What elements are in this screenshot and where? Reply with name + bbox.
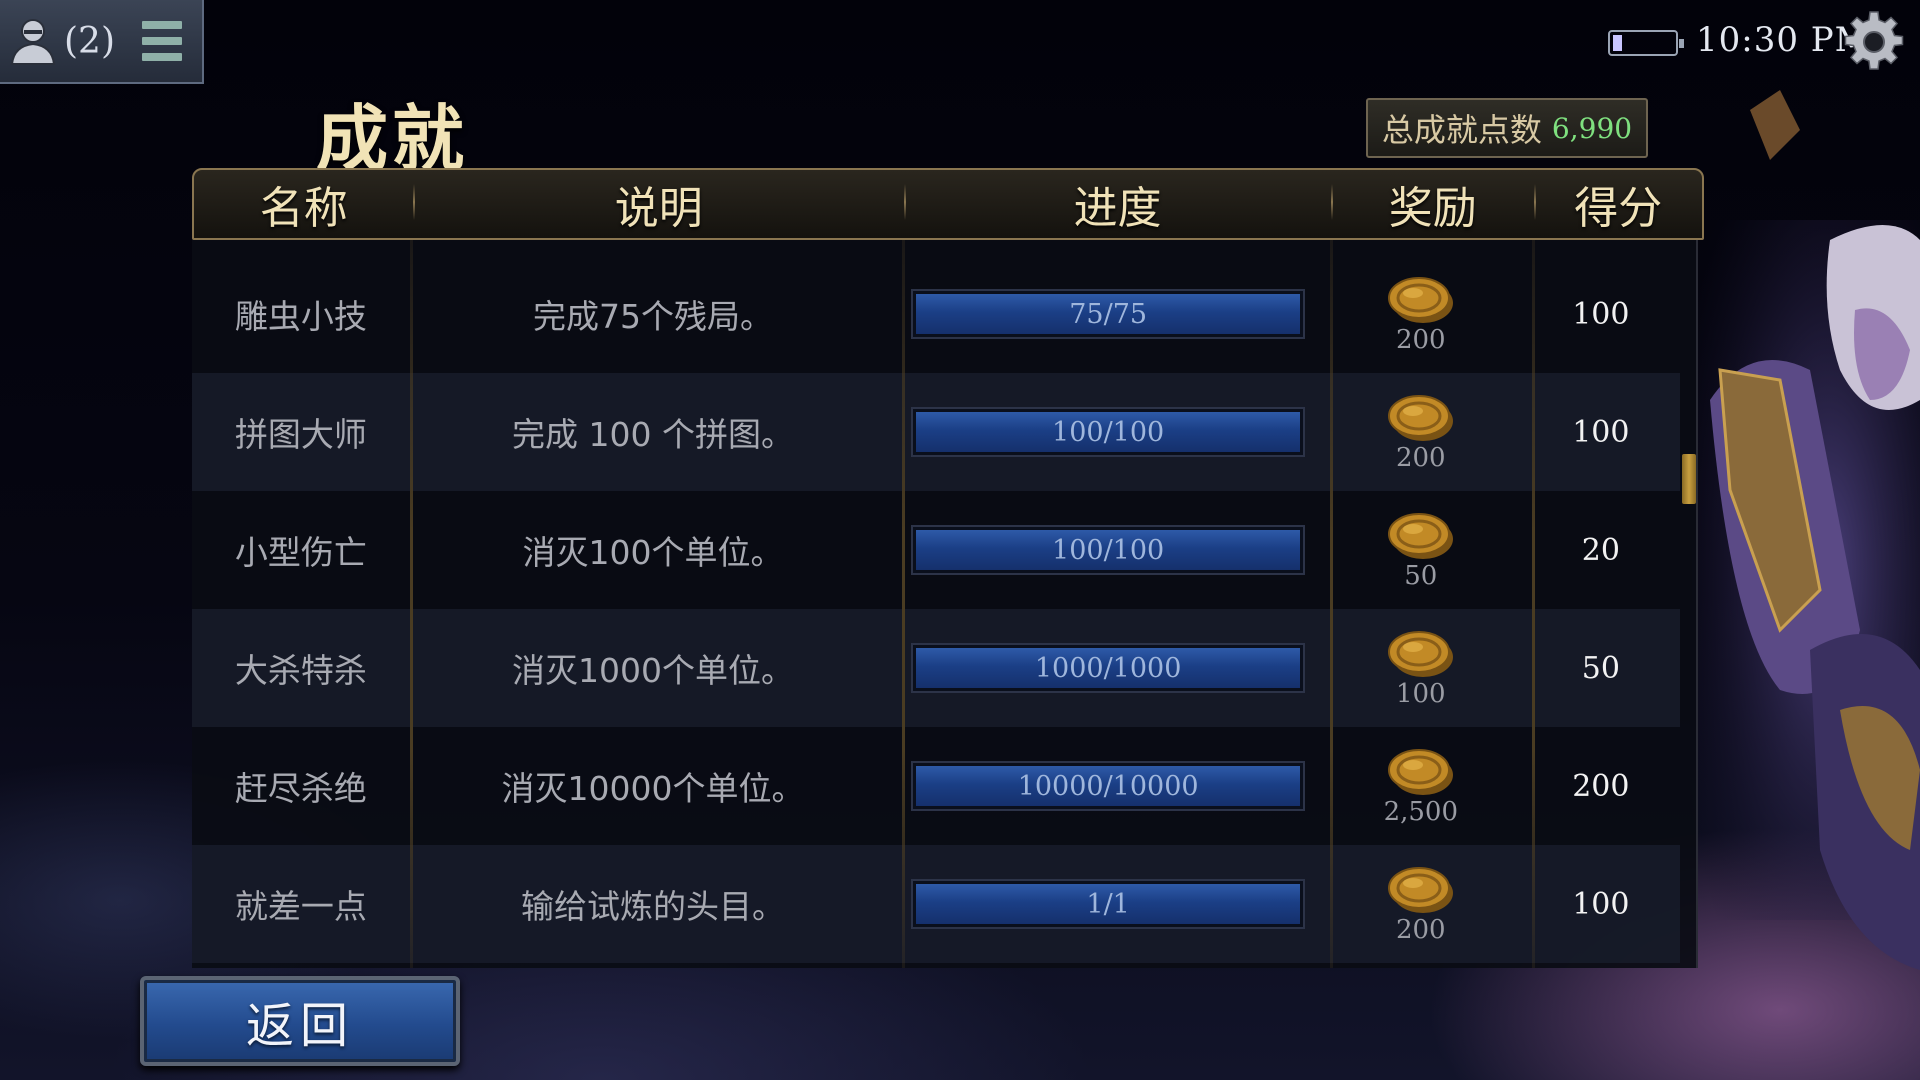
reward-amount: 100 — [1395, 679, 1446, 709]
achievement-points: 100 — [1572, 414, 1630, 450]
progress-cell: 75/75 — [896, 289, 1319, 339]
achievement-description: 完成 100 个拼图。 — [512, 415, 795, 454]
reward-amount: 200 — [1395, 325, 1446, 355]
achievement-points: 20 — [1581, 532, 1620, 568]
progress-text: 1/1 — [1086, 888, 1130, 920]
progress-cell: 100/100 — [896, 525, 1319, 575]
reward-cell: 50 — [1320, 509, 1522, 591]
progress-bar-fill: 1/1 — [916, 884, 1301, 924]
progress-cell: 1/1 — [896, 879, 1319, 929]
reward-cell: 200 — [1320, 391, 1522, 473]
scrollbar-thumb[interactable] — [1682, 454, 1696, 504]
reward-amount: 50 — [1404, 561, 1438, 591]
total-points-value: 6,990 — [1551, 111, 1633, 145]
progress-bar-fill: 75/75 — [916, 294, 1301, 334]
progress-bar-fill: 100/100 — [916, 530, 1301, 570]
friends-button[interactable]: (2) — [0, 0, 130, 83]
achievement-name: 雕虫小技 — [234, 297, 367, 336]
back-button[interactable]: 返回 — [140, 976, 460, 1066]
achievement-points: 200 — [1572, 768, 1630, 804]
achievement-description: 消灭1000个单位。 — [512, 651, 795, 690]
achievement-points: 100 — [1572, 886, 1630, 922]
progress-bar: 100/100 — [911, 407, 1306, 457]
table-row: 雕虫小技 完成75个残局。 75/75 200 100 — [192, 255, 1680, 373]
header-progress: 进度 — [904, 172, 1331, 236]
gold-coin-icon — [1387, 631, 1453, 677]
header-reward: 奖励 — [1331, 172, 1534, 236]
column-divider — [902, 240, 905, 968]
gear-icon[interactable] — [1842, 10, 1906, 74]
progress-text: 1000/1000 — [1034, 652, 1182, 684]
progress-text: 100/100 — [1052, 534, 1165, 566]
reward-amount: 200 — [1395, 915, 1446, 945]
battery-icon — [1608, 30, 1684, 56]
person-icon — [10, 19, 56, 65]
achievement-name: 赶尽杀绝 — [234, 769, 367, 808]
table-row: 小型伤亡 消灭100个单位。 100/100 50 20 — [192, 491, 1680, 609]
column-divider — [1330, 240, 1333, 968]
gold-coin-icon — [1387, 277, 1453, 323]
header-name: 名称 — [259, 183, 348, 234]
progress-bar: 1/1 — [911, 879, 1306, 929]
achievement-description: 消灭10000个单位。 — [501, 769, 805, 808]
achievement-points: 100 — [1572, 296, 1630, 332]
table-row: 赶尽杀绝 消灭10000个单位。 10000/10000 2,500 200 — [192, 727, 1680, 845]
table-row: 大杀特杀 消灭1000个单位。 1000/1000 100 50 — [192, 609, 1680, 727]
progress-bar: 10000/10000 — [911, 761, 1306, 811]
achievement-name: 就差一点 — [234, 887, 367, 926]
reward-amount: 2,500 — [1383, 797, 1458, 827]
gold-coin-icon — [1387, 513, 1453, 559]
progress-cell: 10000/10000 — [896, 761, 1319, 811]
reward-amount: 200 — [1395, 443, 1446, 473]
gold-coin-icon — [1387, 395, 1453, 441]
friends-count: (2) — [64, 20, 115, 62]
character-artwork — [1690, 90, 1920, 970]
header-points: 得分 — [1534, 172, 1702, 236]
progress-bar: 100/100 — [911, 525, 1306, 575]
progress-text: 100/100 — [1052, 416, 1165, 448]
column-divider — [410, 240, 413, 968]
reward-cell: 100 — [1320, 627, 1522, 709]
achievement-name: 小型伤亡 — [234, 533, 367, 572]
achievement-description: 完成75个残局。 — [533, 297, 774, 336]
gold-coin-icon — [1387, 749, 1453, 795]
back-button-label: 返回 — [245, 998, 354, 1054]
header-description: 说明 — [413, 172, 904, 236]
reward-cell: 200 — [1320, 273, 1522, 355]
reward-cell: 200 — [1320, 863, 1522, 945]
table-row: 就差一点 输给试炼的头目。 1/1 200 100 — [192, 845, 1680, 963]
menu-icon[interactable] — [130, 0, 190, 83]
total-points-label: 总成就点数 — [1381, 111, 1542, 149]
column-divider — [1532, 240, 1535, 968]
battery-level — [1613, 35, 1622, 51]
table-header: 名称 说明 进度 奖励 得分 — [192, 168, 1704, 240]
reward-cell: 2,500 — [1320, 745, 1522, 827]
achievement-description: 输给试炼的头目。 — [521, 887, 786, 926]
progress-bar: 1000/1000 — [911, 643, 1306, 693]
total-points-box: 总成就点数 6,990 — [1366, 98, 1648, 158]
progress-bar: 75/75 — [911, 289, 1306, 339]
progress-bar-fill: 1000/1000 — [916, 648, 1301, 688]
achievement-name: 拼图大师 — [234, 415, 367, 454]
achievement-description: 消灭100个单位。 — [522, 533, 784, 572]
progress-cell: 100/100 — [896, 407, 1319, 457]
progress-text: 10000/10000 — [1017, 770, 1199, 802]
achievement-points: 50 — [1581, 650, 1620, 686]
table-row: 拼图大师 完成 100 个拼图。 100/100 200 100 — [192, 373, 1680, 491]
progress-bar-fill: 10000/10000 — [916, 766, 1301, 806]
progress-text: 75/75 — [1069, 298, 1148, 330]
progress-bar-fill: 100/100 — [916, 412, 1301, 452]
progress-cell: 1000/1000 — [896, 643, 1319, 693]
gold-coin-icon — [1387, 867, 1453, 913]
achievement-name: 大杀特杀 — [234, 651, 367, 690]
top-left-bar: (2) — [0, 0, 204, 84]
